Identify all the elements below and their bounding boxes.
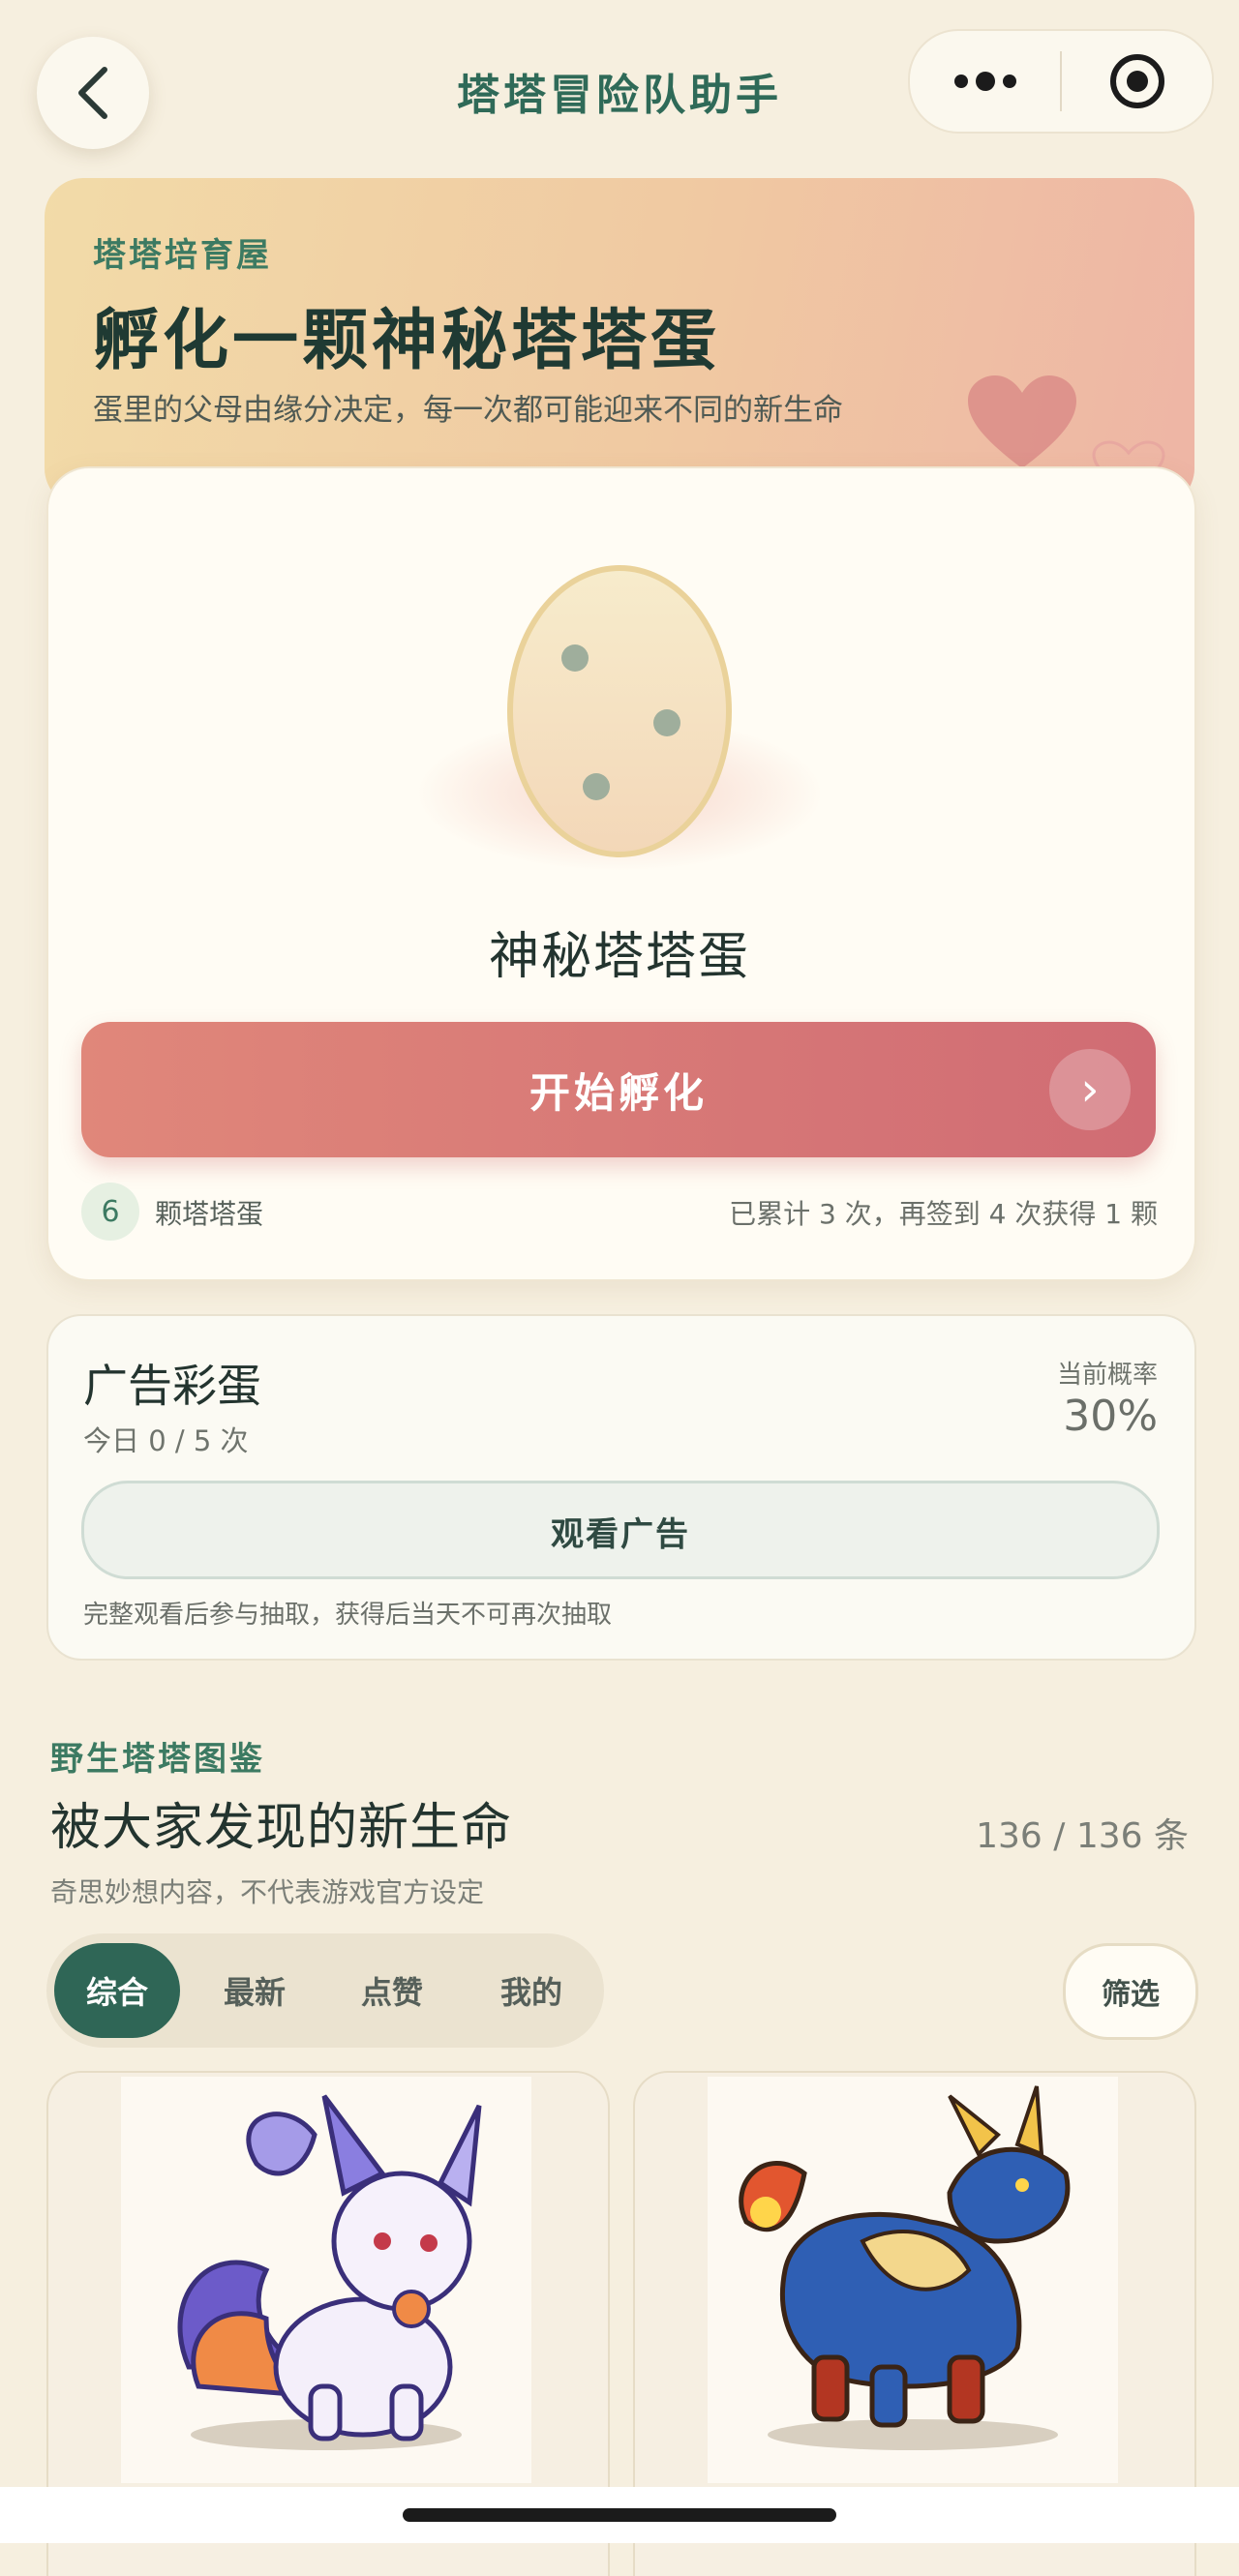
tab-likes[interactable]: 点赞 (329, 1943, 455, 2038)
ad-note: 完整观看后参与抽取，获得后当天不可再次抽取 (83, 1601, 613, 1630)
ad-probability-label: 当前概率 (1056, 1361, 1158, 1390)
heart-icon (968, 375, 1076, 468)
pet-image[interactable] (708, 2077, 1118, 2483)
filter-button[interactable]: 筛选 (1063, 1943, 1198, 2040)
ad-card-title: 广告彩蛋 (83, 1360, 261, 1412)
hero-title: 孵化一颗神秘塔塔蛋 (93, 303, 721, 379)
egg-count-label: 颗塔塔蛋 (155, 1198, 264, 1230)
ad-today-count: 今日 0 / 5 次 (83, 1424, 249, 1457)
signin-progress-note: 已累计 3 次，再签到 4 次获得 1 颗 (729, 1198, 1158, 1230)
more-button[interactable] (910, 31, 1060, 132)
hero-kicker: 塔塔培育屋 (93, 236, 272, 275)
pet-image[interactable] (121, 2077, 531, 2483)
home-indicator[interactable] (403, 2508, 836, 2522)
hero-subtitle: 蛋里的父母由缘分决定，每一次都可能迎来不同的新生命 (93, 393, 843, 428)
watch-ad-label[interactable]: 观看广告 (81, 1508, 1160, 1555)
gallery-title: 被大家发现的新生命 (50, 1799, 513, 1857)
close-miniprogram-button[interactable] (1062, 31, 1212, 132)
creature-illustration (739, 2085, 1071, 2450)
creature-illustration (177, 2094, 482, 2450)
tab-comprehensive[interactable]: 综合 (54, 1943, 180, 2038)
start-hatch-label[interactable]: 开始孵化 (81, 1061, 1156, 1120)
target-icon (1109, 54, 1164, 108)
egg-name: 神秘塔塔蛋 (488, 928, 750, 986)
egg-illustration (416, 565, 823, 871)
chevron-right-icon[interactable]: › (1049, 1049, 1131, 1130)
ad-probability-value: 30% (1063, 1392, 1158, 1441)
mini-program-capsule (908, 29, 1214, 134)
gallery-kicker: 野生塔塔图鉴 (50, 1740, 265, 1779)
tab-latest[interactable]: 最新 (192, 1943, 317, 2038)
more-dots-icon (953, 72, 1016, 91)
gallery-count: 136 / 136 条 (976, 1816, 1189, 1856)
tab-mine[interactable]: 我的 (468, 1943, 594, 2038)
egg-count-badge: 6 (81, 1183, 139, 1241)
gallery-subtitle: 奇思妙想内容，不代表游戏官方设定 (50, 1876, 485, 1908)
